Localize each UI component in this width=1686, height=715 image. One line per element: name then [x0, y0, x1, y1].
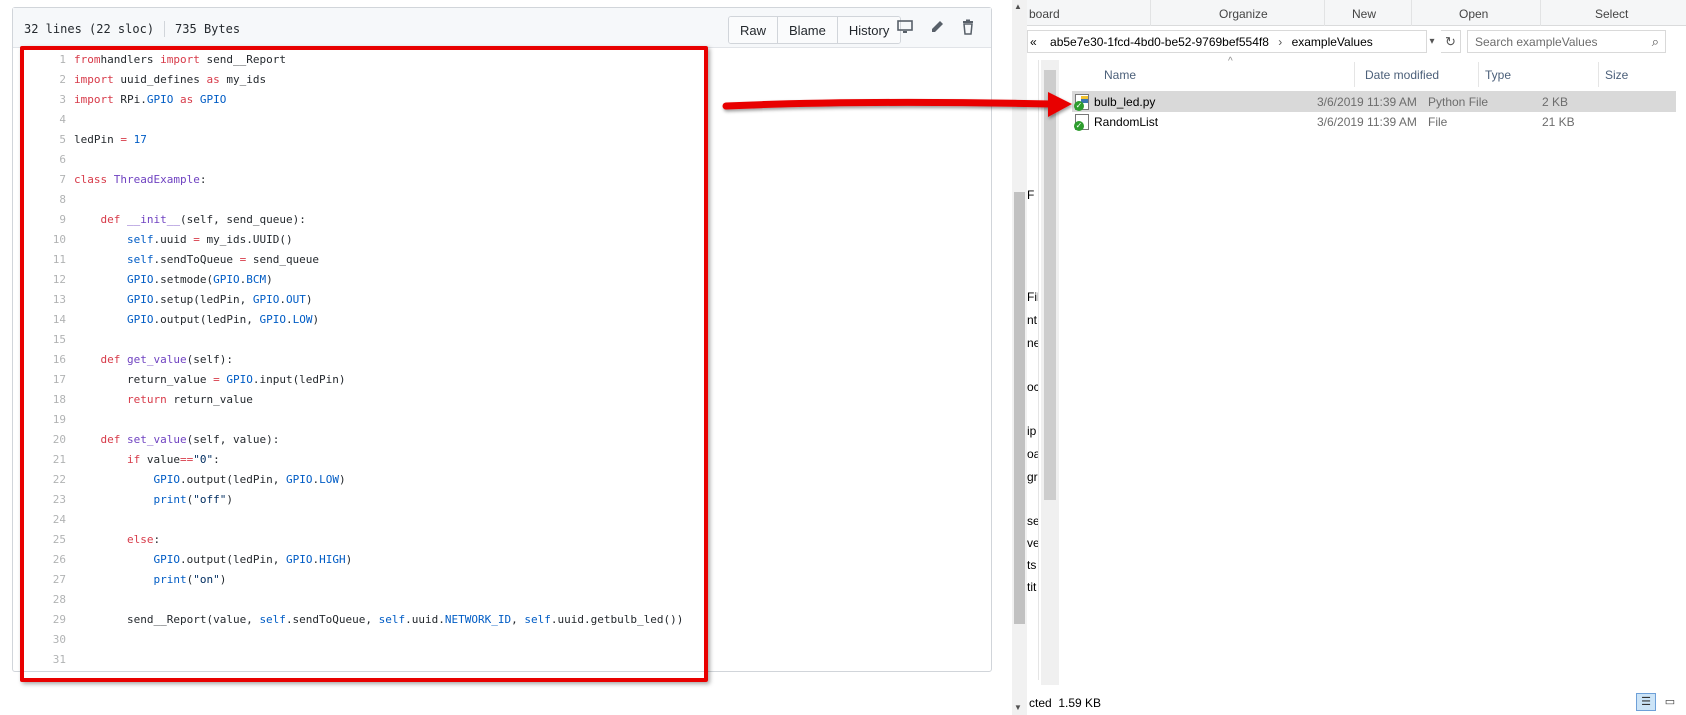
- column-header: ^ Name Date modified Type Size: [1067, 56, 1686, 87]
- file-info-divider: [164, 21, 166, 37]
- address-dropdown-icon[interactable]: ▾: [1423, 30, 1441, 53]
- sync-check-icon: ✓: [1074, 101, 1084, 111]
- file-icon: ✓: [1074, 114, 1089, 131]
- file-size: 735 Bytes: [175, 22, 241, 36]
- history-button[interactable]: History: [836, 17, 901, 43]
- page-scroll-thumb[interactable]: [1014, 192, 1025, 624]
- nav-item[interactable]: ip: [1027, 424, 1036, 438]
- ribbon-select[interactable]: Select: [1595, 7, 1628, 21]
- search-placeholder: Search exampleValues: [1475, 35, 1598, 49]
- column-divider[interactable]: [1598, 62, 1599, 87]
- nav-item[interactable]: Fil: [1027, 290, 1038, 304]
- refresh-icon[interactable]: ↻: [1441, 30, 1461, 53]
- breadcrumb-folder[interactable]: ab5e7e30-1fcd-4bd0-be52-9769bef554f8: [1050, 35, 1269, 49]
- nav-item[interactable]: ne: [1027, 336, 1038, 350]
- column-size[interactable]: Size: [1605, 68, 1628, 82]
- breadcrumb-subfolder[interactable]: exampleValues: [1292, 35, 1373, 49]
- search-icon[interactable]: ⌕: [1652, 34, 1659, 50]
- pencil-icon[interactable]: [927, 19, 947, 39]
- file-row[interactable]: ✓ bulb_led.py 3/6/2019 11:39 AM Python File…: [1072, 91, 1676, 112]
- navigation-pane: F Fil nt ne oc ip oa gr se ve ts tit: [1027, 60, 1039, 680]
- ribbon-new[interactable]: New: [1352, 7, 1376, 21]
- ribbon: board Organize New Open Select: [1027, 0, 1686, 26]
- file-size: 21 KB: [1542, 115, 1575, 129]
- scroll-down-icon[interactable]: ▼: [1014, 703, 1022, 712]
- python-file-icon: ✓: [1074, 94, 1089, 111]
- raw-button[interactable]: Raw: [729, 17, 778, 43]
- nav-item[interactable]: se: [1027, 514, 1038, 528]
- column-date-modified[interactable]: Date modified: [1365, 68, 1439, 82]
- status-bar: cted 1.59 KB ☰ ▭: [1027, 691, 1686, 715]
- file-size: 2 KB: [1542, 95, 1569, 109]
- file-info: 32 lines (22 sloc) 735 Bytes: [24, 21, 240, 37]
- column-type[interactable]: Type: [1485, 68, 1511, 82]
- nav-scroll-thumb[interactable]: [1044, 70, 1056, 500]
- column-name[interactable]: Name: [1104, 68, 1136, 82]
- ribbon-divider: [1540, 0, 1541, 26]
- ribbon-organize[interactable]: Organize: [1219, 7, 1268, 21]
- file-name: RandomList: [1094, 115, 1159, 129]
- breadcrumb-chevron-icon: ›: [1278, 35, 1283, 49]
- desktop-icon[interactable]: [895, 19, 915, 39]
- nav-item[interactable]: oc: [1027, 380, 1038, 394]
- blame-button[interactable]: Blame: [777, 17, 837, 43]
- file-header: 32 lines (22 sloc) 735 Bytes Raw Blame H…: [13, 8, 991, 48]
- status-selected: cted: [1029, 696, 1052, 710]
- ribbon-divider: [1150, 0, 1151, 26]
- page-scrollbar[interactable]: ▲ ▼: [1012, 0, 1027, 715]
- status-text: cted 1.59 KB: [1029, 696, 1101, 710]
- sync-check-icon: ✓: [1074, 121, 1084, 131]
- file-line-count: 32 lines (22 sloc): [24, 22, 155, 36]
- search-input[interactable]: Search exampleValues ⌕: [1467, 30, 1666, 53]
- status-size: 1.59 KB: [1058, 696, 1102, 710]
- file-type: Python File: [1428, 95, 1489, 109]
- large-icons-view-icon[interactable]: ▭: [1660, 693, 1680, 711]
- details-view-icon[interactable]: ☰: [1636, 693, 1656, 711]
- nav-item[interactable]: ve: [1027, 536, 1038, 550]
- ribbon-open[interactable]: Open: [1459, 7, 1488, 21]
- file-row[interactable]: ✓ RandomList 3/6/2019 11:39 AM File 21 KB: [1072, 111, 1676, 132]
- column-divider[interactable]: [1478, 62, 1479, 87]
- file-explorer: board Organize New Open Select « ab5e7e3…: [1027, 0, 1686, 715]
- address-overflow[interactable]: «: [1030, 35, 1037, 49]
- sort-caret-icon: ^: [1228, 56, 1233, 67]
- nav-item[interactable]: F: [1027, 188, 1034, 202]
- nav-item[interactable]: nt: [1027, 313, 1037, 327]
- scroll-up-icon[interactable]: ▲: [1014, 2, 1022, 11]
- nav-item[interactable]: ts: [1027, 558, 1036, 572]
- address-bar[interactable]: « ab5e7e30-1fcd-4bd0-be52-9769bef554f8 ›…: [1027, 30, 1427, 53]
- nav-scrollbar[interactable]: [1041, 60, 1059, 685]
- file-button-group: Raw Blame History: [728, 16, 902, 44]
- file-type: File: [1428, 115, 1448, 129]
- nav-item[interactable]: gr: [1027, 470, 1038, 484]
- ribbon-clipboard-label: board: [1029, 7, 1060, 21]
- column-divider[interactable]: [1354, 62, 1355, 87]
- nav-item[interactable]: oa: [1027, 447, 1038, 461]
- nav-item[interactable]: tit: [1027, 580, 1036, 594]
- ribbon-divider: [1411, 0, 1412, 26]
- red-highlight-box: [20, 46, 708, 682]
- file-name: bulb_led.py: [1094, 95, 1156, 109]
- file-date: 3/6/2019 11:39 AM: [1317, 95, 1417, 109]
- ribbon-divider: [1324, 0, 1325, 26]
- file-date: 3/6/2019 11:39 AM: [1317, 115, 1417, 129]
- trash-icon[interactable]: [958, 19, 978, 39]
